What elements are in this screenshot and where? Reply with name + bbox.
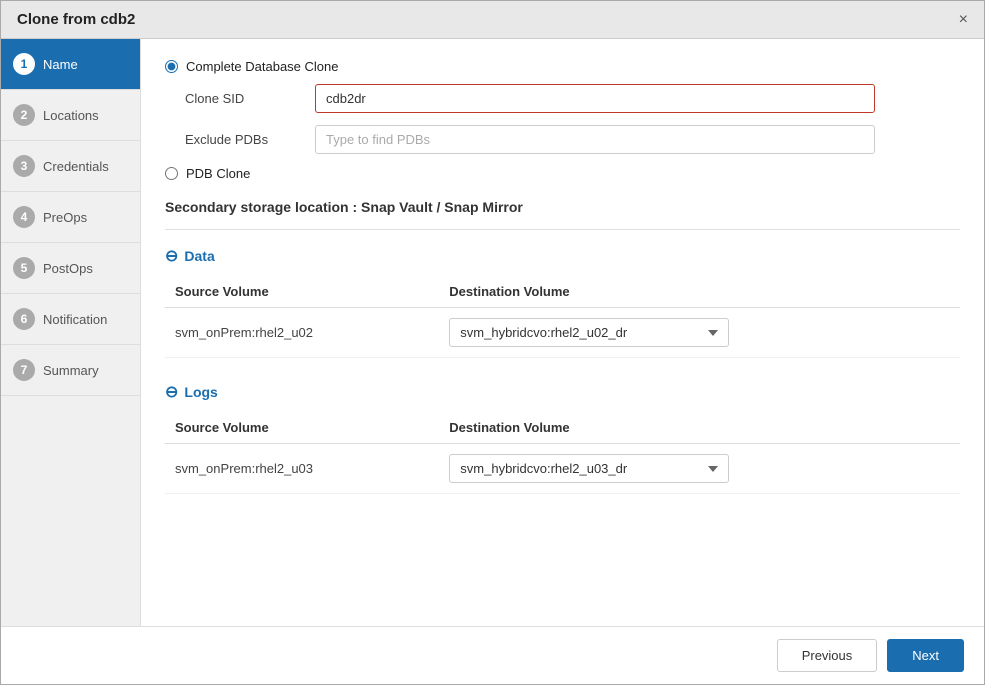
clone-dialog: Clone from cdb2 × 1 Name 2 Locations 3 C…: [0, 0, 985, 685]
data-destination-col-header: Destination Volume: [439, 276, 960, 308]
clone-type-group: Complete Database Clone Clone SID Exclud…: [165, 59, 960, 181]
pdb-clone-label: PDB Clone: [186, 166, 250, 181]
sidebar-label-name: Name: [43, 57, 78, 72]
step-num-2: 2: [13, 104, 35, 126]
sidebar-item-locations[interactable]: 2 Locations: [1, 90, 140, 141]
secondary-storage-title: Secondary storage location : Snap Vault …: [165, 199, 960, 215]
data-table-row: svm_onPrem:rhel2_u02 svm_hybridcvo:rhel2…: [165, 308, 960, 358]
sidebar-item-credentials[interactable]: 3 Credentials: [1, 141, 140, 192]
sidebar-item-postops[interactable]: 5 PostOps: [1, 243, 140, 294]
step-num-4: 4: [13, 206, 35, 228]
data-collapse-icon: ⊖: [165, 246, 178, 266]
step-num-7: 7: [13, 359, 35, 381]
data-destination-select[interactable]: svm_hybridcvo:rhel2_u02_dr: [449, 318, 729, 347]
sidebar-item-name[interactable]: 1 Name: [1, 39, 140, 90]
sidebar-item-preops[interactable]: 4 PreOps: [1, 192, 140, 243]
dialog-title: Clone from cdb2: [17, 11, 135, 28]
dialog-header: Clone from cdb2 ×: [1, 1, 984, 39]
dialog-body: 1 Name 2 Locations 3 Credentials 4 PreOp…: [1, 39, 984, 626]
pdb-clone-option[interactable]: PDB Clone: [165, 166, 960, 181]
step-num-6: 6: [13, 308, 35, 330]
sidebar: 1 Name 2 Locations 3 Credentials 4 PreOp…: [1, 39, 141, 626]
logs-table: Source Volume Destination Volume svm_onP…: [165, 412, 960, 494]
data-source-value: svm_onPrem:rhel2_u02: [165, 308, 439, 358]
sidebar-label-notification: Notification: [43, 312, 107, 327]
sidebar-label-summary: Summary: [43, 363, 99, 378]
data-table: Source Volume Destination Volume svm_onP…: [165, 276, 960, 358]
logs-source-value: svm_onPrem:rhel2_u03: [165, 444, 439, 494]
data-section-label: Data: [184, 248, 214, 264]
logs-table-row: svm_onPrem:rhel2_u03 svm_hybridcvo:rhel2…: [165, 444, 960, 494]
sidebar-label-preops: PreOps: [43, 210, 87, 225]
previous-button[interactable]: Previous: [777, 639, 878, 672]
logs-collapse-icon: ⊖: [165, 382, 178, 402]
section-divider: [165, 229, 960, 230]
logs-destination-col-header: Destination Volume: [439, 412, 960, 444]
step-num-3: 3: [13, 155, 35, 177]
pdb-clone-radio[interactable]: [165, 167, 178, 180]
clone-sid-label: Clone SID: [185, 91, 315, 106]
sidebar-label-credentials: Credentials: [43, 159, 109, 174]
next-button[interactable]: Next: [887, 639, 964, 672]
sidebar-item-notification[interactable]: 6 Notification: [1, 294, 140, 345]
dialog-footer: Previous Next: [1, 626, 984, 684]
complete-clone-option[interactable]: Complete Database Clone: [165, 59, 960, 74]
exclude-pdbs-label: Exclude PDBs: [185, 132, 315, 147]
logs-destination-cell: svm_hybridcvo:rhel2_u03_dr: [439, 444, 960, 494]
complete-clone-radio[interactable]: [165, 60, 178, 73]
exclude-pdbs-input[interactable]: [315, 125, 875, 154]
step-num-5: 5: [13, 257, 35, 279]
main-content: Complete Database Clone Clone SID Exclud…: [141, 39, 984, 626]
sidebar-label-locations: Locations: [43, 108, 99, 123]
step-num-1: 1: [13, 53, 35, 75]
data-source-col-header: Source Volume: [165, 276, 439, 308]
logs-section-header[interactable]: ⊖ Logs: [165, 382, 960, 402]
clone-sid-row: Clone SID: [185, 84, 960, 113]
logs-destination-select[interactable]: svm_hybridcvo:rhel2_u03_dr: [449, 454, 729, 483]
exclude-pdbs-row: Exclude PDBs: [185, 125, 960, 154]
logs-source-col-header: Source Volume: [165, 412, 439, 444]
clone-sid-input[interactable]: [315, 84, 875, 113]
data-section-header[interactable]: ⊖ Data: [165, 246, 960, 266]
data-destination-cell: svm_hybridcvo:rhel2_u02_dr: [439, 308, 960, 358]
sidebar-item-summary[interactable]: 7 Summary: [1, 345, 140, 396]
complete-clone-label: Complete Database Clone: [186, 59, 338, 74]
close-button[interactable]: ×: [959, 12, 968, 28]
sidebar-label-postops: PostOps: [43, 261, 93, 276]
logs-section-label: Logs: [184, 384, 217, 400]
